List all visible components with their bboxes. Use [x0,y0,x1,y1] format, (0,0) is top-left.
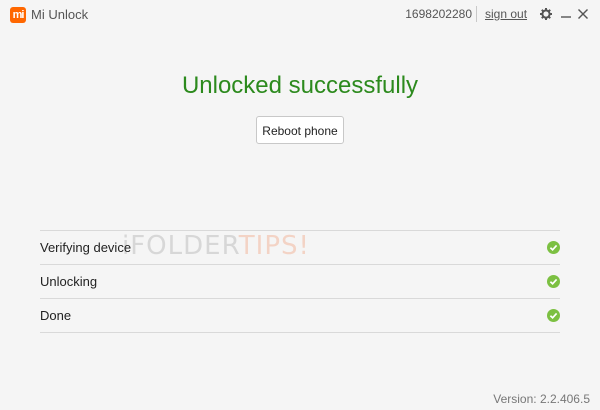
reboot-phone-button[interactable]: Reboot phone [256,116,344,144]
step-label: Done [40,308,72,323]
settings-button[interactable] [537,4,555,24]
close-button[interactable] [574,4,592,24]
check-circle-icon [547,275,560,288]
check-circle-icon [547,241,560,254]
close-icon [578,9,588,19]
step-label: Unlocking [40,274,98,289]
step-unlocking: Unlocking [40,265,560,299]
minimize-button[interactable] [557,4,575,24]
title-bar: mi Mi Unlock 1698202280 sign out [0,0,600,30]
app-title: Mi Unlock [31,7,89,22]
minimize-icon [561,16,571,18]
step-verifying-device: Verifying device [40,231,560,265]
mi-logo: mi [10,7,26,23]
sign-out-link[interactable]: sign out [485,7,527,21]
version-label: Version: 2.2.406.5 [493,392,590,406]
step-label: Verifying device [40,240,132,255]
progress-steps: Verifying device Unlocking Done [40,230,560,333]
status-heading: Unlocked successfully [181,72,419,99]
account-id: 1698202280 [405,7,472,21]
check-circle-icon [547,309,560,322]
step-done: Done [40,299,560,333]
gear-icon [540,8,552,20]
title-divider [476,6,477,22]
